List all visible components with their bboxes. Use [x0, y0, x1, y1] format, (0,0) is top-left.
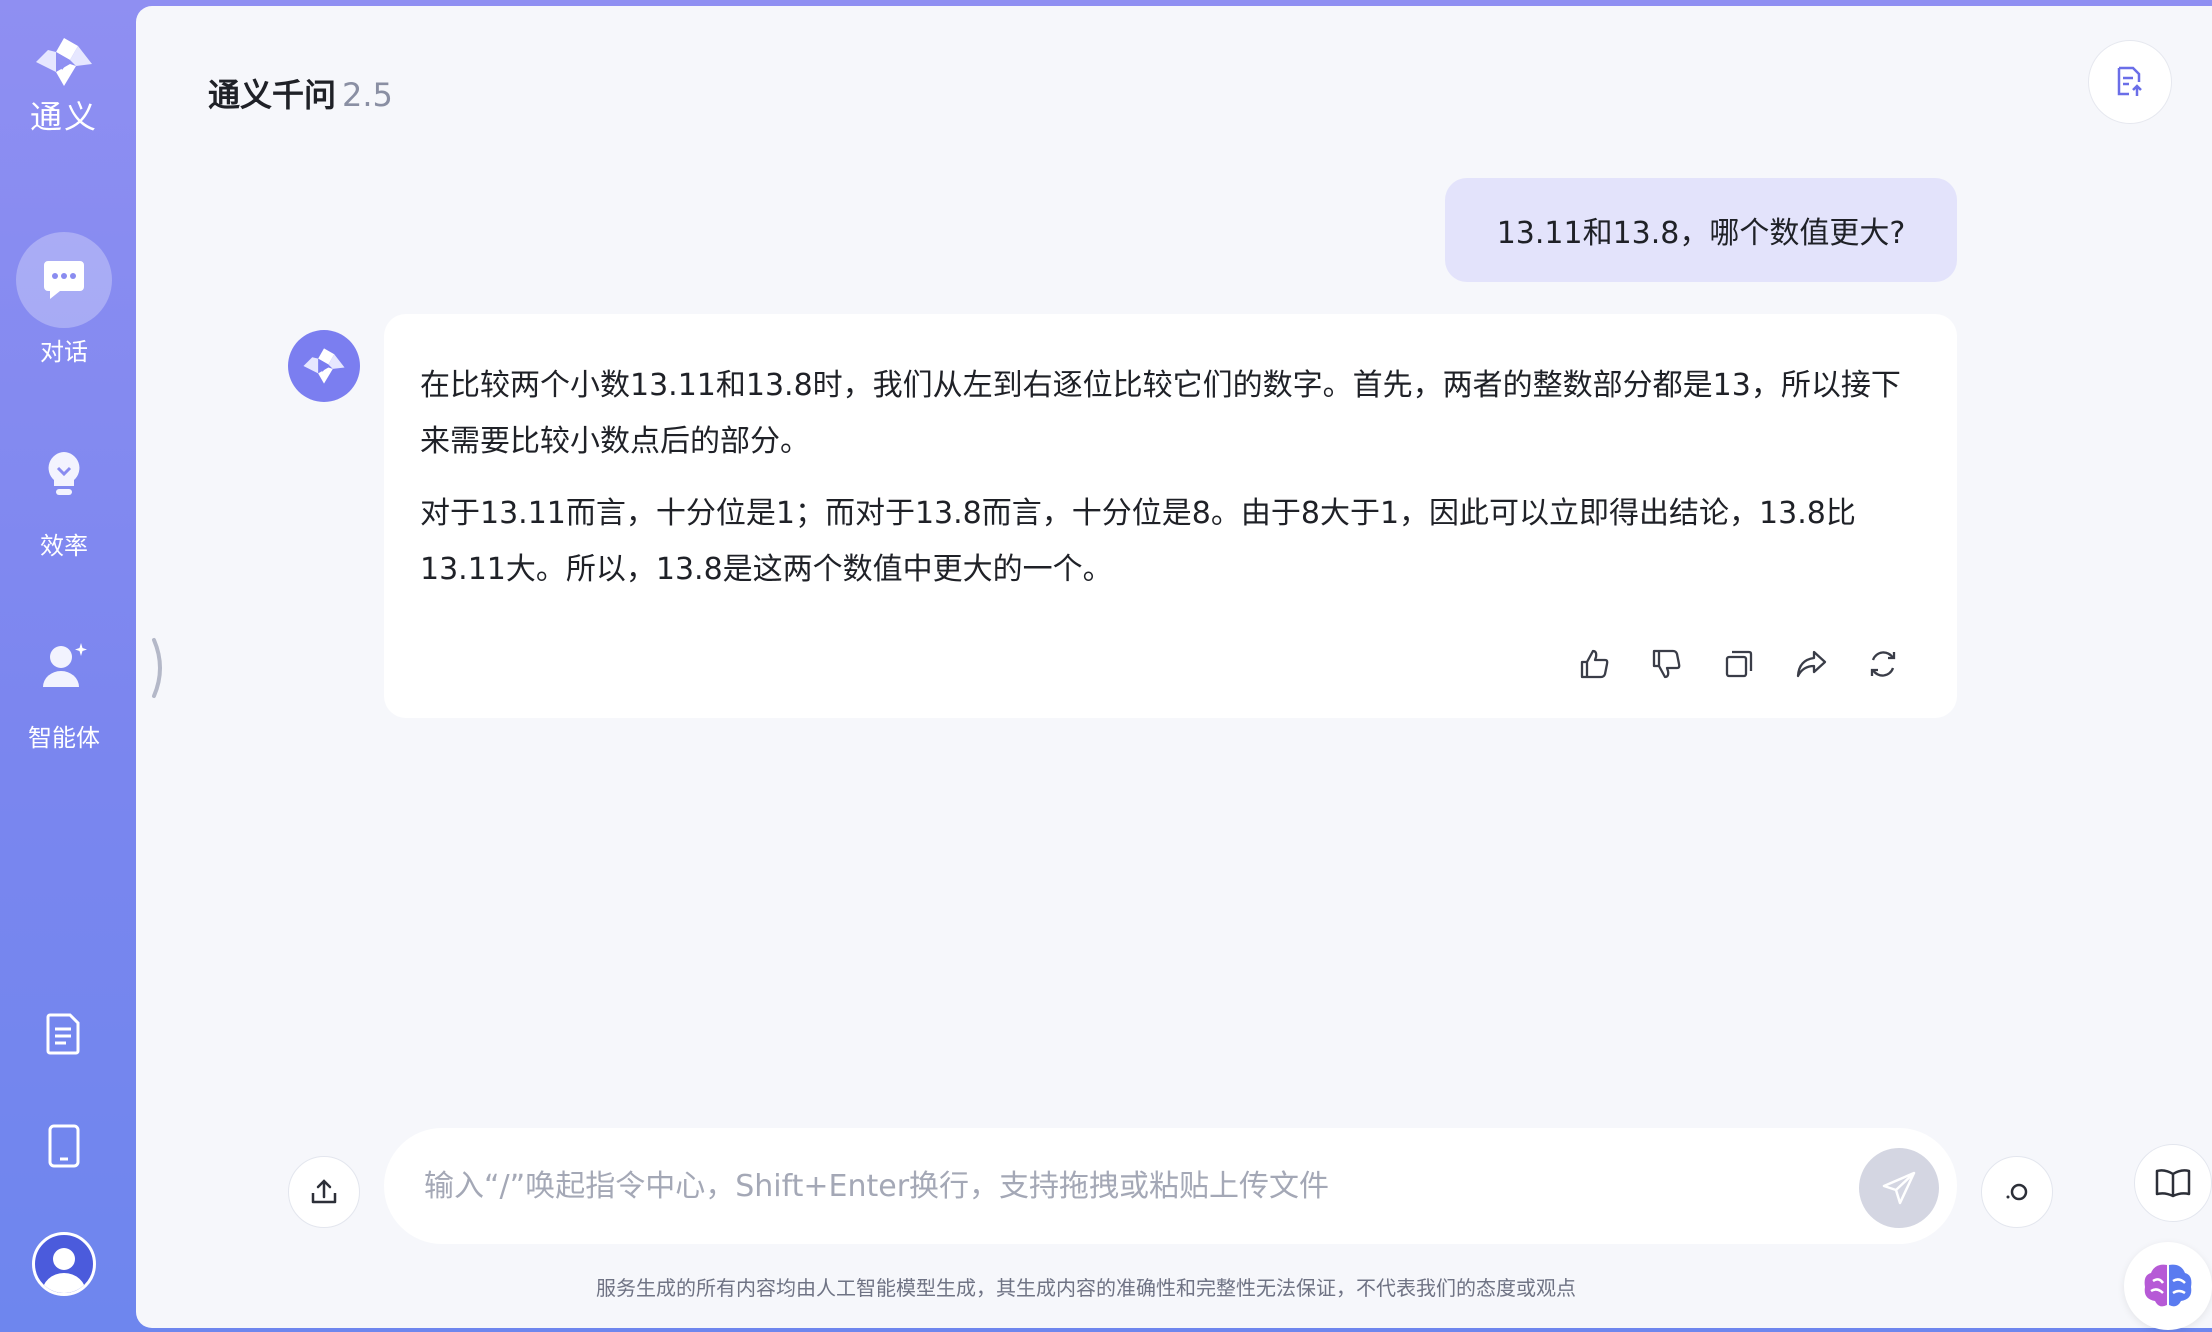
regenerate-icon [1870, 651, 1896, 677]
document-icon [46, 1013, 80, 1055]
message-input[interactable] [424, 1158, 1824, 1214]
like-button[interactable] [1577, 646, 1613, 682]
tablet-icon [48, 1124, 80, 1168]
nav-icon-wrap [16, 618, 112, 714]
upload-file-button[interactable] [288, 1156, 360, 1228]
nav-icon-wrap [16, 426, 112, 522]
copy-button[interactable] [1721, 646, 1757, 682]
lightbulb-icon [48, 452, 80, 495]
chevron-right-icon [152, 638, 162, 698]
nav-icon-wrap [16, 232, 112, 328]
export-document-button[interactable] [2088, 40, 2172, 124]
user-avatar[interactable] [32, 1232, 96, 1296]
ai-disclaimer: 服务生成的所有内容均由人工智能模型生成，其生成内容的准确性和完整性无法保证，不代… [596, 1276, 1576, 1300]
bot-paragraph: 在比较两个小数13.11和13.8时，我们从左到右逐位比较它们的数字。首先，两者… [420, 368, 1901, 459]
open-book-icon [2155, 1169, 2191, 1198]
tongyi-logo-icon [303, 348, 345, 384]
upload-icon [311, 1179, 337, 1204]
model-version: 2.5 [342, 76, 393, 114]
reading-mode-button[interactable] [2134, 1144, 2212, 1222]
sidebar-collapse-handle[interactable] [148, 636, 172, 700]
user-message-bubble: 13.11和13.8，哪个数值更大? [1445, 178, 1957, 282]
thumbs-down-icon [1652, 649, 1681, 679]
regenerate-button[interactable] [1865, 646, 1901, 682]
brain-icon [2144, 1264, 2192, 1307]
share-button[interactable] [1793, 646, 1829, 682]
send-icon [1882, 1171, 1916, 1205]
sidebar-item-label: 效率 [40, 532, 88, 560]
page-title: 通义千问 2.5 [208, 70, 393, 116]
send-button[interactable] [1859, 1148, 1939, 1228]
message-actions [1577, 646, 1901, 682]
sidebar-item-agents[interactable]: 智能体 [0, 618, 128, 753]
sidebar-item-chat[interactable]: 对话 [0, 232, 128, 367]
sidebar-item-efficiency[interactable]: 效率 [0, 426, 128, 561]
copy-icon [1725, 650, 1753, 678]
voice-input-button[interactable] [1981, 1156, 2053, 1228]
app-logo[interactable]: 通义 [0, 36, 128, 138]
logo-text: 通义 [29, 98, 98, 136]
share-icon [1796, 650, 1827, 678]
user-message-text: 13.11和13.8，哪个数值更大? [1496, 216, 1906, 251]
voice-circle-icon [2006, 1183, 2028, 1201]
message-composer [384, 1128, 1957, 1244]
app-title: 通义千问 [208, 76, 337, 114]
document-export-icon [2117, 66, 2142, 96]
agent-icon [43, 643, 87, 687]
dislike-button[interactable] [1649, 646, 1685, 682]
document-button[interactable] [32, 1002, 96, 1066]
bot-avatar [288, 330, 360, 402]
main-panel: 通义千问 2.5 13.11和13.8，哪个数值更大? 在比较两个小数13.11和… [136, 6, 2212, 1330]
tongyi-logo-icon [36, 38, 92, 86]
sidebar: 通义 对话 效率 智能体 [0, 0, 136, 1332]
sidebar-item-label: 智能体 [28, 724, 100, 752]
bot-message-card: 在比较两个小数13.11和13.8时，我们从左到右逐位比较它们的数字。首先，两者… [384, 314, 1957, 718]
chat-icon [44, 261, 84, 299]
user-avatar-icon [42, 1248, 86, 1293]
thumbs-up-icon [1580, 649, 1609, 679]
tablet-button[interactable] [32, 1114, 96, 1178]
ai-assistant-button[interactable] [2124, 1242, 2212, 1330]
sidebar-item-label: 对话 [40, 338, 88, 366]
bot-paragraph: 对于13.11而言，十分位是1；而对于13.8而言，十分位是8。由于8大于1，因… [420, 496, 1856, 587]
